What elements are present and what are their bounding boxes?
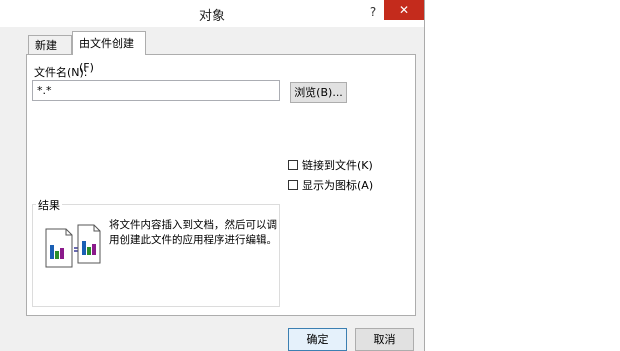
- embed-document-icon: [44, 223, 102, 276]
- object-dialog: 对象 ? ✕ 新建(C) 由文件创建(F) 文件名(N): *.* 浏览(B).…: [0, 0, 425, 351]
- result-legend: 结果: [36, 197, 62, 213]
- filename-input[interactable]: *.*: [32, 80, 280, 101]
- cancel-button[interactable]: 取消: [355, 328, 414, 351]
- close-button[interactable]: ✕: [384, 0, 424, 20]
- help-button[interactable]: ?: [364, 2, 382, 22]
- browse-button[interactable]: 浏览(B)...: [290, 82, 347, 103]
- display-as-icon-option[interactable]: 显示为图标(A): [288, 178, 373, 192]
- display-as-icon-checkbox[interactable]: [288, 180, 298, 190]
- link-to-file-option[interactable]: 链接到文件(K): [288, 158, 373, 172]
- tab-new[interactable]: 新建(C): [28, 35, 72, 72]
- dialog-title: 对象: [198, 9, 225, 24]
- result-description: 将文件内容插入到文档，然后可以调用创建此文件的应用程序进行编辑。: [109, 219, 277, 246]
- tab-from-file[interactable]: 由文件创建(F): [72, 31, 146, 74]
- link-to-file-label: 链接到文件(K): [302, 159, 373, 172]
- ok-button[interactable]: 确定: [288, 328, 347, 351]
- title-bar: 对象 ? ✕: [0, 0, 424, 27]
- display-as-icon-label: 显示为图标(A): [302, 179, 374, 192]
- link-to-file-checkbox[interactable]: [288, 160, 298, 170]
- close-icon: ✕: [398, 3, 410, 17]
